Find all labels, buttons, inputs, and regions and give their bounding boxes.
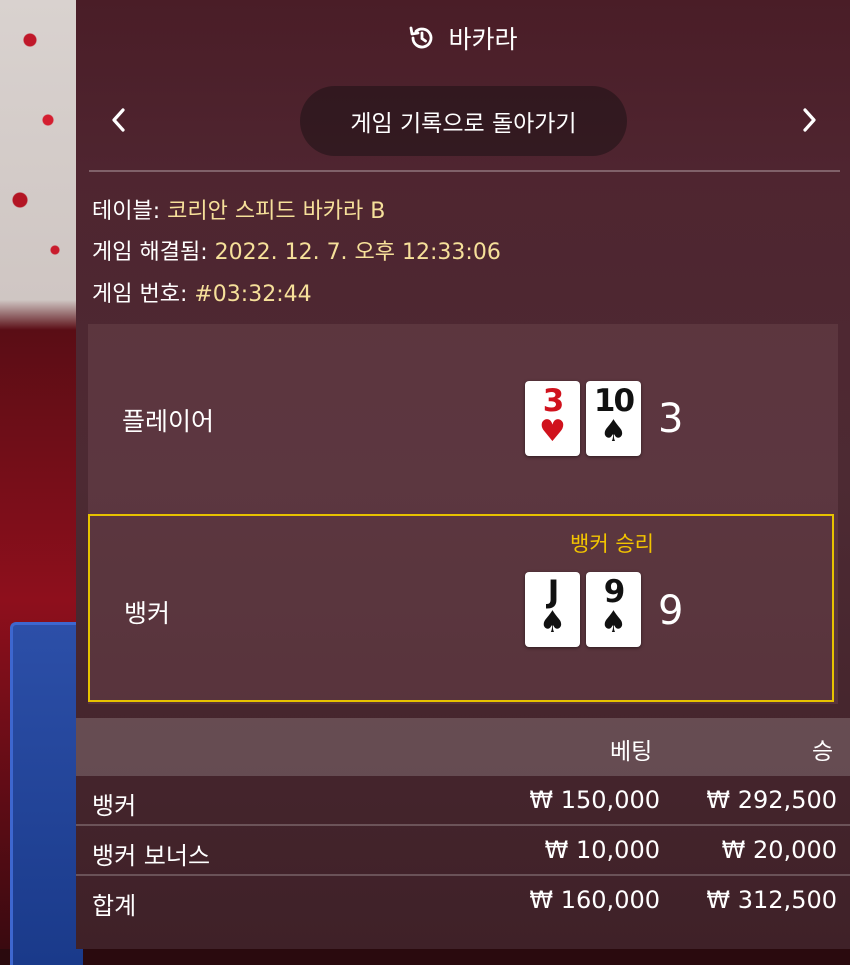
table-row: 뱅커 보너스 ₩ 10,000 ₩ 20,000	[76, 826, 850, 876]
chevron-right-icon	[803, 108, 816, 132]
total-label: 합계	[92, 892, 137, 920]
spade-suit-icon: ♠	[600, 414, 627, 449]
next-game-button[interactable]	[794, 106, 824, 142]
bet-column-header: 베팅	[610, 739, 653, 765]
resolved-info: 게임 해결됨: 2022. 12. 7. 오후 12:33:06	[92, 234, 501, 266]
game-number-label: 게임 번호:	[92, 282, 188, 307]
history-nav: 게임 기록으로 돌아가기	[76, 76, 850, 171]
background-betting-spot	[10, 622, 83, 965]
player-card-1: 3 ♥	[525, 381, 580, 456]
win-amount: ₩ 20,000	[721, 836, 837, 864]
bet-amount: ₩ 150,000	[529, 786, 660, 814]
heart-suit-icon: ♥	[539, 414, 566, 449]
spade-suit-icon: ♠	[600, 605, 627, 640]
resolved-value: 2022. 12. 7. 오후 12:33:06	[214, 240, 501, 265]
player-hand: 플레이어 3 ♥ 10 ♠ 3	[88, 324, 838, 514]
spade-suit-icon: ♠	[539, 605, 566, 640]
total-win-amount: ₩ 312,500	[706, 886, 837, 914]
banker-win-label: 뱅커 승리	[570, 532, 654, 556]
game-number-info: 게임 번호: #03:32:44	[92, 276, 312, 308]
card-rank: 10	[593, 383, 635, 419]
bet-amount: ₩ 10,000	[544, 836, 660, 864]
banker-cards: J ♠ 9 ♠	[525, 572, 641, 647]
banker-hand: 뱅커 승리 뱅커 J ♠ 9 ♠ 9	[88, 514, 834, 702]
previous-game-button[interactable]	[104, 106, 134, 142]
player-label: 플레이어	[122, 407, 215, 436]
banker-score: 9	[658, 588, 684, 634]
panel-title: 바카라	[448, 25, 518, 54]
banker-card-1: J ♠	[525, 572, 580, 647]
player-score: 3	[658, 396, 684, 442]
player-card-2: 10 ♠	[586, 381, 641, 456]
bet-name: 뱅커	[92, 792, 137, 820]
table-info: 테이블: 코리안 스피드 바카라 B	[92, 193, 385, 225]
bets-table-header: 베팅 승	[76, 718, 850, 776]
chevron-left-icon	[112, 108, 125, 132]
table-label: 테이블:	[92, 199, 161, 224]
back-to-history-button[interactable]: 게임 기록으로 돌아가기	[300, 86, 627, 156]
table-row-total: 합계 ₩ 160,000 ₩ 312,500	[76, 876, 850, 926]
total-bet-amount: ₩ 160,000	[529, 886, 660, 914]
bet-name: 뱅커 보너스	[92, 842, 211, 870]
game-history-panel: 바카라 게임 기록으로 돌아가기 테이블: 코리안 스피드 바카라 B 게임 해…	[76, 0, 850, 949]
card-rank: J	[547, 574, 559, 610]
card-rank: 3	[542, 383, 565, 419]
resolved-label: 게임 해결됨:	[92, 240, 208, 265]
table-value: 코리안 스피드 바카라 B	[167, 199, 386, 224]
win-amount: ₩ 292,500	[706, 786, 837, 814]
banker-card-2: 9 ♠	[586, 572, 641, 647]
panel-header: 바카라	[76, 0, 850, 76]
win-column-header: 승	[812, 739, 834, 765]
divider	[89, 170, 840, 172]
game-number-value: #03:32:44	[194, 282, 312, 307]
banker-label: 뱅커	[124, 599, 171, 628]
card-rank: 9	[603, 574, 626, 610]
history-icon	[410, 26, 433, 49]
player-cards: 3 ♥ 10 ♠	[525, 381, 641, 456]
table-row: 뱅커 ₩ 150,000 ₩ 292,500	[76, 776, 850, 826]
